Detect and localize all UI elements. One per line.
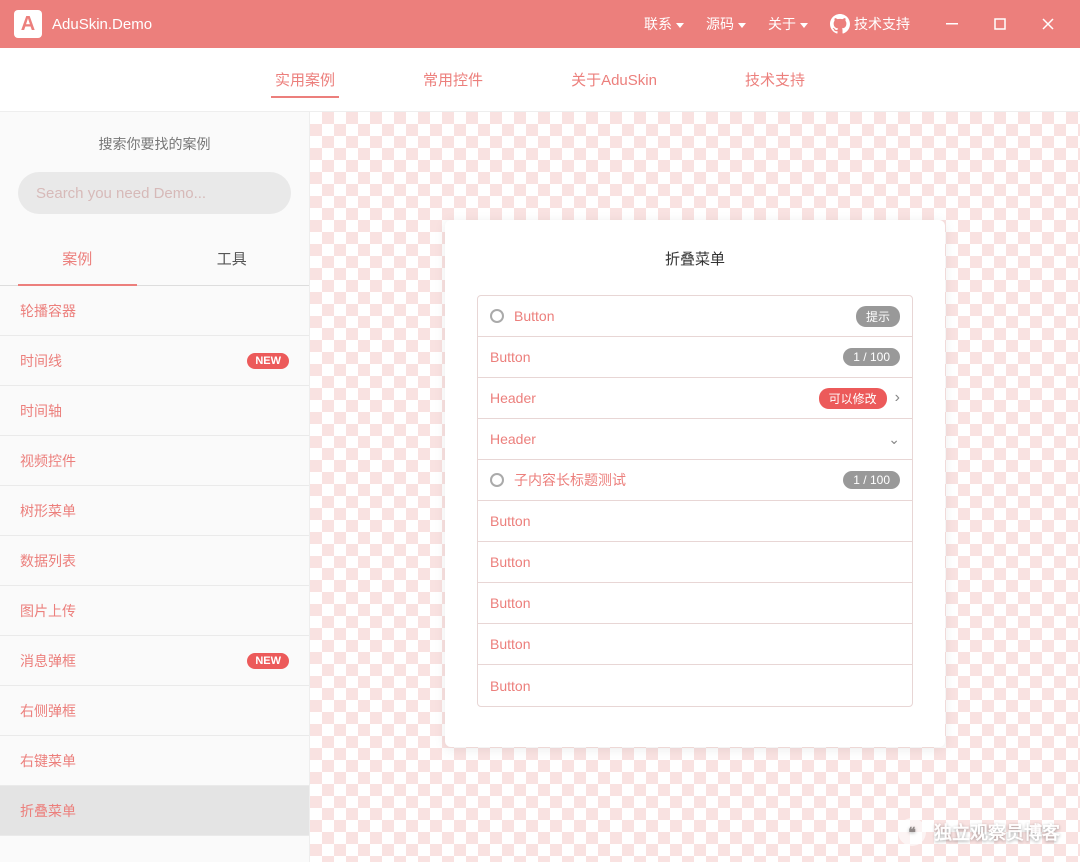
tab-controls[interactable]: 常用控件 (419, 48, 487, 112)
accordion-item-label: Button (490, 349, 530, 365)
menu-contact[interactable]: 联系 (644, 14, 684, 34)
window-controls (928, 0, 1072, 48)
sidebar-item[interactable]: 右键菜单 (0, 736, 309, 786)
content-area: 折叠菜单 Button提示Button1 / 100Header可以修改›Hea… (310, 112, 1080, 862)
pill-badge: 提示 (856, 306, 900, 327)
accordion-item-label: Button (490, 595, 530, 611)
sidebar-item[interactable]: 折叠菜单 (0, 786, 309, 836)
pill-badge: 1 / 100 (843, 471, 900, 489)
sidebar-item-label: 右侧弹框 (20, 701, 76, 721)
accordion-item[interactable]: Button (478, 583, 912, 624)
maximize-icon (994, 18, 1006, 30)
accordion-item[interactable]: Button (478, 542, 912, 583)
maximize-button[interactable] (976, 0, 1024, 48)
sidebar-item[interactable]: 时间线 NEW (0, 336, 309, 386)
sub-tab-cases[interactable]: 案例 (0, 232, 155, 285)
watermark: ❝ 独立观察员博客 (898, 818, 1060, 846)
sidebar-item[interactable]: 消息弹框 NEW (0, 636, 309, 686)
close-button[interactable] (1024, 0, 1072, 48)
accordion-item-label: Button (490, 636, 530, 652)
chevron-down-icon (676, 23, 684, 28)
accordion-item-label: Button (490, 513, 530, 529)
accordion-item-label: Button (490, 678, 530, 694)
sidebar-item[interactable]: 数据列表 (0, 536, 309, 586)
accordion-item[interactable]: Button 1 / 100 (478, 337, 912, 378)
titlebar-menu: 联系 源码 关于 技术支持 (644, 14, 910, 34)
sidebar-item-label: 图片上传 (20, 601, 76, 621)
search-input[interactable] (18, 172, 291, 214)
sidebar: 搜索你要找的案例 案例 工具 轮播容器时间线 NEW 时间轴视频控件树形菜单数据列表… (0, 112, 310, 862)
github-icon (830, 14, 850, 34)
tab-about[interactable]: 关于AduSkin (567, 48, 661, 112)
app-title: AduSkin.Demo (52, 16, 152, 33)
sidebar-item-label: 时间线 (20, 351, 62, 371)
sidebar-item[interactable]: 右侧弹框 (0, 686, 309, 736)
radio-icon (490, 473, 504, 487)
sidebar-sub-tabs: 案例 工具 (0, 232, 309, 286)
sidebar-item[interactable]: 图片上传 (0, 586, 309, 636)
tab-cases[interactable]: 实用案例 (271, 48, 339, 112)
sidebar-item-label: 树形菜单 (20, 501, 76, 521)
sidebar-item-label: 轮播容器 (20, 301, 76, 321)
accordion-item[interactable]: Button 提示 (478, 296, 912, 337)
sidebar-list: 轮播容器时间线 NEW 时间轴视频控件树形菜单数据列表图片上传消息弹框 NEW 右侧弹框… (0, 286, 309, 862)
accordion-menu: Button 提示 Button 1 / 100 Header 可以修改 › Header ⌄ 子… (477, 295, 913, 707)
tab-support[interactable]: 技术支持 (741, 48, 809, 112)
search-title: 搜索你要找的案例 (18, 134, 291, 154)
close-icon (1042, 18, 1054, 30)
new-badge: NEW (247, 653, 289, 669)
new-badge: NEW (247, 353, 289, 369)
accordion-item[interactable]: Button (478, 665, 912, 706)
chevron-right-icon: › (895, 389, 900, 407)
accordion-item-label: 子内容长标题测试 (514, 470, 626, 490)
sidebar-item-label: 视频控件 (20, 451, 76, 471)
demo-card: 折叠菜单 Button提示Button1 / 100Header可以修改›Hea… (445, 220, 945, 747)
chevron-down-icon (738, 23, 746, 28)
sidebar-item[interactable]: 时间轴 (0, 386, 309, 436)
accordion-item[interactable]: Button (478, 501, 912, 542)
sidebar-item[interactable]: 视频控件 (0, 436, 309, 486)
sidebar-item-label: 数据列表 (20, 551, 76, 571)
sidebar-item[interactable]: 树形菜单 (0, 486, 309, 536)
sidebar-item-label: 消息弹框 (20, 651, 76, 671)
titlebar: A AduSkin.Demo 联系 源码 关于 技术支持 (0, 0, 1080, 48)
accordion-item[interactable]: Header ⌄ (478, 419, 912, 460)
accordion-item-label: Button (490, 554, 530, 570)
chevron-down-icon (800, 23, 808, 28)
accordion-item[interactable]: Button (478, 624, 912, 665)
menu-source[interactable]: 源码 (706, 14, 746, 34)
sidebar-item-label: 时间轴 (20, 401, 62, 421)
radio-icon (490, 309, 504, 323)
accordion-item-label: Header (490, 431, 536, 447)
accordion-item[interactable]: 子内容长标题测试 1 / 100 (478, 460, 912, 501)
minimize-button[interactable] (928, 0, 976, 48)
accordion-item-label: Header (490, 390, 536, 406)
wechat-icon: ❝ (898, 818, 926, 846)
search-area: 搜索你要找的案例 (0, 112, 309, 232)
menu-support[interactable]: 技术支持 (830, 14, 910, 34)
pill-badge: 可以修改 (819, 388, 887, 409)
accordion-item[interactable]: Header 可以修改 › (478, 378, 912, 419)
card-title: 折叠菜单 (477, 248, 913, 269)
sidebar-item[interactable]: 轮播容器 (0, 286, 309, 336)
accordion-item-label: Button (514, 308, 554, 324)
sub-tab-tools[interactable]: 工具 (155, 232, 310, 285)
sidebar-item-label: 折叠菜单 (20, 801, 76, 821)
menu-about[interactable]: 关于 (768, 14, 808, 34)
app-logo: A (14, 10, 42, 38)
sidebar-item-label: 右键菜单 (20, 751, 76, 771)
pill-badge: 1 / 100 (843, 348, 900, 366)
main-tabs: 实用案例 常用控件 关于AduSkin 技术支持 (0, 48, 1080, 112)
chevron-down-icon: ⌄ (888, 431, 900, 448)
minimize-icon (946, 18, 958, 30)
